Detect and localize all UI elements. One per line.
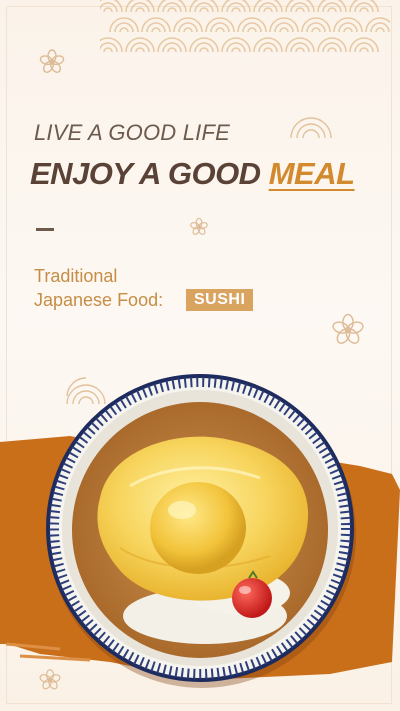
- headline-accent-word: MEAL: [268, 156, 355, 191]
- subtitle-line-2: Japanese Food:: [34, 290, 164, 310]
- omurice-bowl-image: [46, 374, 356, 688]
- sushi-badge: SUSHI: [186, 289, 254, 311]
- headline-tagline: LIVE A GOOD LIFE: [34, 120, 230, 145]
- divider-dash: [36, 228, 54, 231]
- sakura-icon: [39, 49, 65, 73]
- headline-main: ENJOY A GOOD MEAL: [30, 156, 355, 192]
- poster-canvas: LIVE A GOOD LIFE ENJOY A GOOD MEAL Tradi…: [0, 0, 400, 711]
- sakura-icon: [190, 217, 208, 235]
- subtitle-line-1: Traditional: [34, 266, 118, 286]
- headline-main-prefix: ENJOY A GOOD: [30, 156, 269, 191]
- sakura-icon: [332, 313, 364, 344]
- wave-pattern-decoration: [100, 0, 390, 53]
- wave-arc-decoration: [290, 117, 332, 139]
